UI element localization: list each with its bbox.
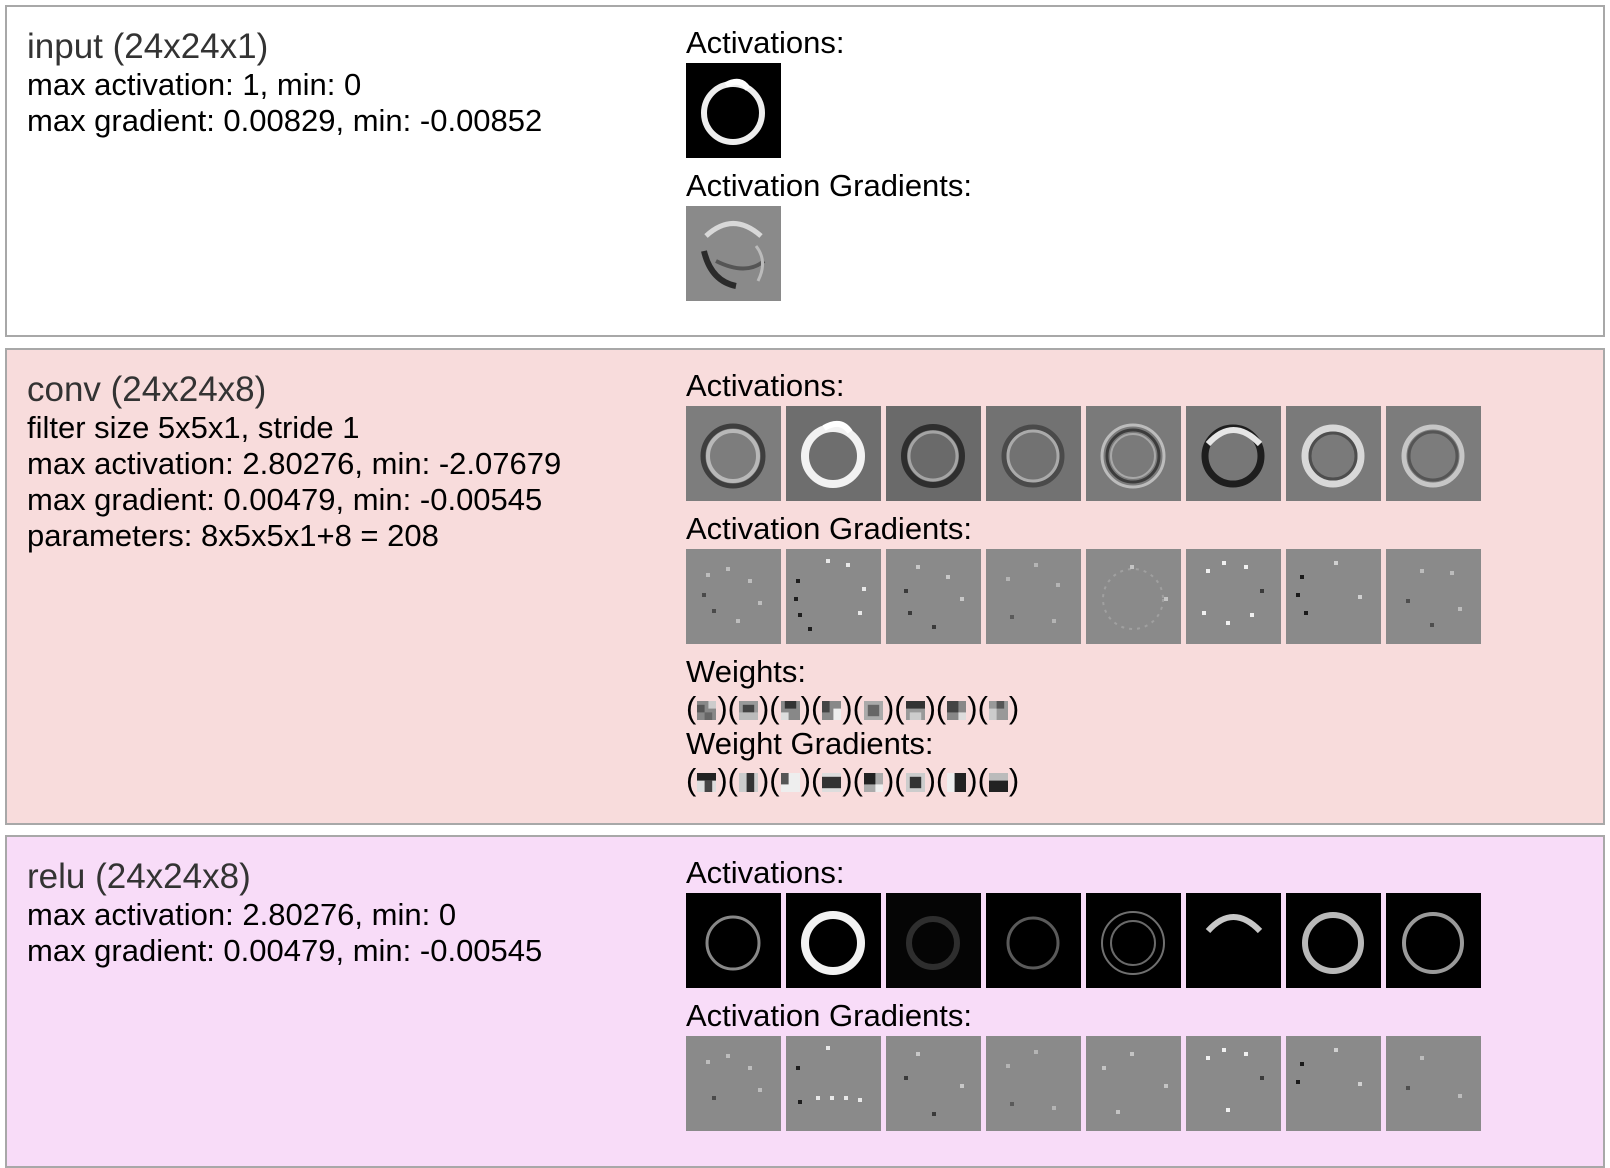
- weight-filter: [947, 701, 967, 720]
- activation-map: [1086, 406, 1181, 501]
- layer-stat: max activation: 2.80276, min: -2.07679: [27, 446, 562, 481]
- layer-stat: max gradient: 0.00829, min: -0.00852: [27, 103, 543, 138]
- layer-title: conv (24x24x8): [27, 370, 267, 409]
- layer-visualization: Activations: Activation Gradients:: [686, 855, 1481, 1131]
- activation-map: [1386, 893, 1481, 988]
- layer-title: relu (24x24x8): [27, 857, 251, 896]
- activation-gradient-map: [1186, 1036, 1281, 1131]
- weight-gradient-filter: [697, 773, 717, 792]
- activation-map: [686, 893, 781, 988]
- activation-tiles: [686, 893, 1481, 988]
- activation-map: [686, 63, 781, 158]
- activation-gradient-map: [886, 1036, 981, 1131]
- weight-filter: [822, 701, 842, 720]
- layer-title: input (24x24x1): [27, 27, 269, 66]
- activation-gradient-map: [1086, 549, 1181, 644]
- activation-map: [1186, 406, 1281, 501]
- activation-gradient-map: [686, 1036, 781, 1131]
- layer-info: input (24x24x1) max activation: 1, min: …: [27, 27, 542, 139]
- activation-gradient-map: [1386, 1036, 1481, 1131]
- layer-stat: parameters: 8x5x5x1+8 = 208: [27, 518, 439, 553]
- activation-map: [786, 893, 881, 988]
- weight-filter: [863, 701, 883, 720]
- layer-stat: max activation: 2.80276, min: 0: [27, 897, 457, 932]
- weight-gradient-filter: [905, 773, 925, 792]
- layer-conv: conv (24x24x8) filter size 5x5x1, stride…: [5, 348, 1605, 825]
- weight-gradient-filter: [822, 773, 842, 792]
- weight-filter: [780, 701, 800, 720]
- activation-map: [786, 406, 881, 501]
- activation-gradient-map: [686, 549, 781, 644]
- activation-gradient-map: [1186, 549, 1281, 644]
- activation-map: [1186, 893, 1281, 988]
- activation-gradients-label: Activation Gradients:: [686, 511, 973, 546]
- activation-tiles: [686, 63, 972, 158]
- layer-stat: max gradient: 0.00479, min: -0.00545: [27, 933, 543, 968]
- layer-visualization: Activations: Activation Gradients:: [686, 25, 972, 301]
- gradient-tiles: [686, 549, 1481, 644]
- weight-gradient-filter: [738, 773, 758, 792]
- weight-gradient-filter: [780, 773, 800, 792]
- gradient-tiles: [686, 206, 972, 301]
- activation-gradient-map: [986, 549, 1081, 644]
- layer-stat: max gradient: 0.00479, min: -0.00545: [27, 482, 543, 517]
- activation-map: [886, 893, 981, 988]
- weight-filter: [697, 701, 717, 720]
- weight-filter: [738, 701, 758, 720]
- layer-stat: filter size 5x5x1, stride 1: [27, 410, 360, 445]
- activation-map: [986, 406, 1081, 501]
- activation-map: [986, 893, 1081, 988]
- activation-map: [1386, 406, 1481, 501]
- activation-map: [1286, 406, 1381, 501]
- activations-label: Activations:: [686, 368, 845, 403]
- activation-gradient-map: [686, 206, 781, 301]
- layer-input: input (24x24x1) max activation: 1, min: …: [5, 5, 1605, 337]
- activation-gradients-label: Activation Gradients:: [686, 998, 973, 1033]
- activation-map: [1286, 893, 1381, 988]
- activation-gradient-map: [786, 1036, 881, 1131]
- layer-stat: max activation: 1, min: 0: [27, 67, 362, 102]
- activation-gradient-map: [1386, 549, 1481, 644]
- weight-gradients-label: Weight Gradients:: [686, 726, 934, 761]
- weights-label: Weights:: [686, 654, 807, 689]
- layer-visualization: Activations: Activation Gradients: Weigh…: [686, 368, 1481, 798]
- activation-gradients-label: Activation Gradients:: [686, 168, 973, 203]
- activation-gradient-map: [1086, 1036, 1181, 1131]
- weight-filter: [988, 701, 1008, 720]
- weight-filter: [905, 701, 925, 720]
- weight-gradient-filter: [947, 773, 967, 792]
- activations-label: Activations:: [686, 855, 845, 890]
- activation-tiles: [686, 406, 1481, 501]
- layer-relu: relu (24x24x8) max activation: 2.80276, …: [5, 835, 1605, 1168]
- activation-gradient-map: [886, 549, 981, 644]
- weight-gradient-filter: [988, 773, 1008, 792]
- activation-gradient-map: [1286, 549, 1381, 644]
- activation-gradient-map: [786, 549, 881, 644]
- weight-gradient-filter: [863, 773, 883, 792]
- activations-label: Activations:: [686, 25, 845, 60]
- activation-map: [1086, 893, 1181, 988]
- layer-info: relu (24x24x8) max activation: 2.80276, …: [27, 857, 542, 969]
- gradient-tiles: [686, 1036, 1481, 1131]
- weights-row: ()()()()()()()(): [686, 690, 1020, 725]
- weight-gradients-row: ()()()()()()()(): [686, 762, 1020, 797]
- activation-gradient-map: [1286, 1036, 1381, 1131]
- activation-map: [886, 406, 981, 501]
- activation-gradient-map: [986, 1036, 1081, 1131]
- activation-map: [686, 406, 781, 501]
- layer-info: conv (24x24x8) filter size 5x5x1, stride…: [27, 370, 561, 554]
